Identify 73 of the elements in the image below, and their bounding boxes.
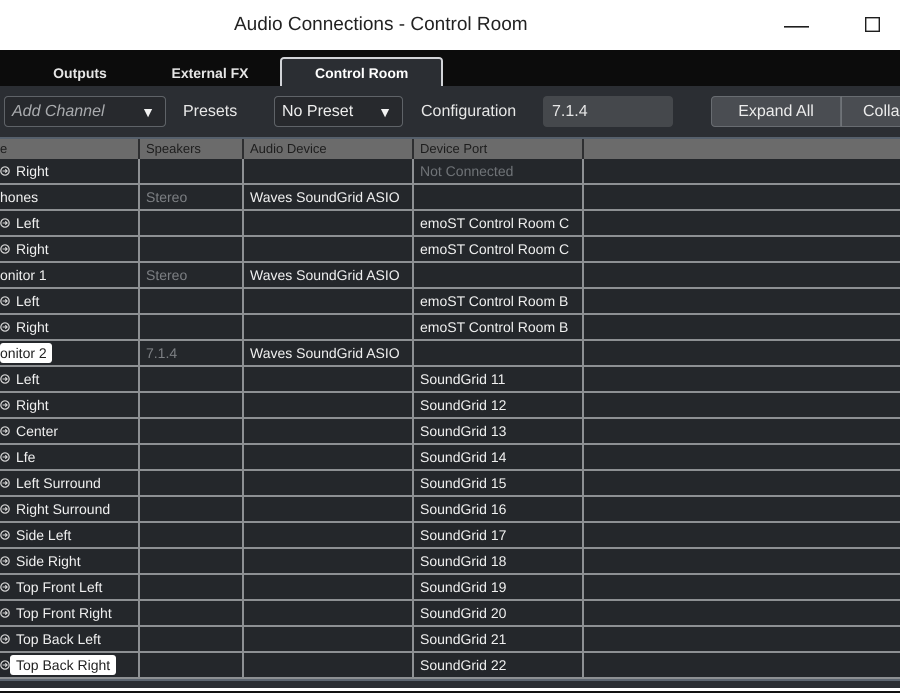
device-port-name: SoundGrid 14 bbox=[419, 449, 506, 465]
tab[interactable]: External FX bbox=[150, 57, 270, 86]
collapse-all-button[interactable]: Colla bbox=[841, 96, 900, 127]
circle-arrow-icon bbox=[0, 218, 10, 228]
circle-arrow-icon bbox=[0, 244, 10, 254]
circle-arrow-icon bbox=[0, 426, 10, 436]
circle-arrow-icon bbox=[0, 530, 10, 540]
channel-name: Lfe bbox=[15, 448, 36, 467]
add-channel-dropdown[interactable]: Add Channel ▼ bbox=[4, 96, 166, 127]
device-port-name: SoundGrid 15 bbox=[419, 475, 506, 491]
speaker-configuration: Stereo bbox=[145, 189, 188, 205]
audio-device-name: Waves SoundGrid ASIO bbox=[249, 345, 400, 361]
device-port-name: Not Connected bbox=[419, 163, 514, 179]
maximize-icon[interactable] bbox=[865, 16, 880, 32]
device-port-name: SoundGrid 12 bbox=[419, 397, 506, 413]
preset-dropdown[interactable]: No Preset ▼ bbox=[274, 96, 403, 127]
channel-name: Side Right bbox=[15, 552, 82, 571]
channel-name: Side Left bbox=[15, 526, 72, 545]
circle-arrow-icon bbox=[0, 166, 10, 176]
channel-name: Right bbox=[15, 318, 50, 337]
device-port-name: emoST Control Room B bbox=[419, 319, 568, 335]
device-port-name: SoundGrid 21 bbox=[419, 631, 506, 647]
audio-device-name: Waves SoundGrid ASIO bbox=[249, 267, 400, 283]
circle-arrow-icon bbox=[0, 660, 10, 670]
circle-arrow-icon bbox=[0, 296, 10, 306]
circle-arrow-icon bbox=[0, 582, 10, 592]
presets-label: Presets bbox=[183, 102, 238, 120]
channel-name: Right bbox=[15, 162, 50, 181]
device-port-name: SoundGrid 19 bbox=[419, 579, 506, 595]
circle-arrow-icon bbox=[0, 322, 10, 332]
channel-name: Center bbox=[15, 422, 60, 441]
device-port-name: SoundGrid 18 bbox=[419, 553, 506, 569]
circle-arrow-icon bbox=[0, 452, 10, 462]
device-port-name: SoundGrid 20 bbox=[419, 605, 506, 621]
channel-name: Left bbox=[15, 214, 40, 233]
device-port-name: SoundGrid 13 bbox=[419, 423, 506, 439]
circle-arrow-icon bbox=[0, 374, 10, 384]
configuration-field[interactable]: 7.1.4 bbox=[543, 96, 673, 127]
speaker-configuration: Stereo bbox=[145, 267, 188, 283]
bus-name: hones bbox=[0, 188, 40, 207]
minimize-icon[interactable] bbox=[784, 26, 809, 28]
bus-name: onitor 2 bbox=[0, 343, 52, 363]
channel-name: Left Surround bbox=[15, 474, 102, 493]
channel-name: Left bbox=[15, 370, 40, 389]
channel-name: Right Surround bbox=[15, 500, 112, 519]
tab[interactable]: Control Room bbox=[280, 57, 444, 86]
channel-name: Top Front Left bbox=[15, 578, 104, 597]
configuration-label: Configuration bbox=[421, 102, 516, 120]
device-port-name: emoST Control Room C bbox=[419, 241, 570, 257]
circle-arrow-icon bbox=[0, 400, 10, 410]
device-port-name: SoundGrid 16 bbox=[419, 501, 506, 517]
channel-name: Right bbox=[15, 240, 50, 259]
circle-arrow-icon bbox=[0, 504, 10, 514]
channel-name: Left bbox=[15, 292, 40, 311]
bus-name: onitor 1 bbox=[0, 266, 48, 285]
channel-name: Top Back Right bbox=[10, 655, 116, 675]
circle-arrow-icon bbox=[0, 634, 10, 644]
device-port-name: emoST Control Room C bbox=[419, 215, 570, 231]
device-port-name: SoundGrid 17 bbox=[419, 527, 506, 543]
channel-name: Top Back Left bbox=[15, 630, 102, 649]
window-title: Audio Connections - Control Room bbox=[234, 14, 528, 36]
circle-arrow-icon bbox=[0, 556, 10, 566]
channel-name: Right bbox=[15, 396, 50, 415]
expand-all-button[interactable]: Expand All bbox=[711, 96, 841, 127]
device-port-name: SoundGrid 11 bbox=[419, 371, 506, 387]
speaker-configuration: 7.1.4 bbox=[145, 345, 178, 361]
audio-device-name: Waves SoundGrid ASIO bbox=[249, 189, 400, 205]
device-port-name: emoST Control Room B bbox=[419, 293, 568, 309]
tab[interactable]: Outputs bbox=[20, 57, 140, 86]
circle-arrow-icon bbox=[0, 608, 10, 618]
device-port-name: SoundGrid 22 bbox=[419, 657, 506, 673]
channel-name: Top Front Right bbox=[15, 604, 113, 623]
circle-arrow-icon bbox=[0, 478, 10, 488]
